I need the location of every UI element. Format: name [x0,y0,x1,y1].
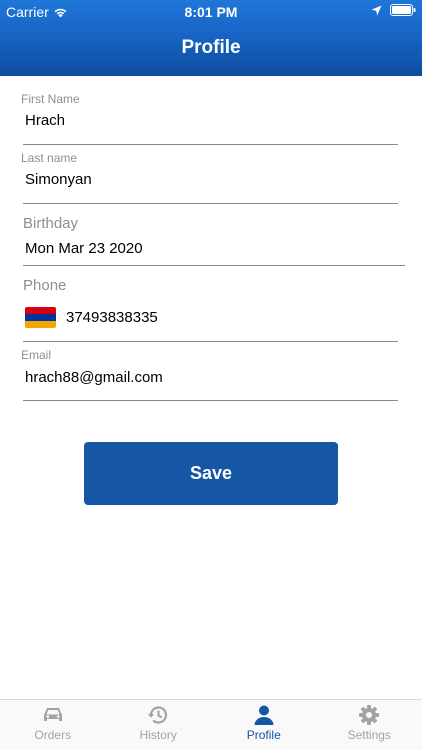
tab-profile[interactable]: Profile [211,700,317,750]
phone-underline [23,341,398,342]
birthday-underline [23,265,405,266]
tab-history-label: History [139,728,177,742]
gear-icon [359,705,380,725]
battery-icon [390,4,416,16]
tab-history[interactable]: History [106,700,212,750]
last-name-input[interactable]: Simonyan [25,171,92,188]
header: Carrier 8:01 PM Profile [0,0,422,76]
user-icon [254,705,274,725]
last-name-field[interactable]: Last name Simonyan [0,150,422,206]
last-name-label: Last name [21,151,78,165]
last-name-underline [23,203,398,204]
phone-label: Phone [23,277,67,294]
armenia-flag-icon[interactable] [25,307,56,328]
save-button[interactable]: Save [84,442,338,505]
email-input[interactable]: hrach88@gmail.com [25,369,163,386]
first-name-underline [23,144,398,145]
phone-input[interactable]: 37493838335 [66,309,158,326]
birthday-field[interactable]: Birthday Mon Mar 23 2020 [0,213,422,269]
status-time: 8:01 PM [184,4,238,20]
email-field[interactable]: Email hrach88@gmail.com [0,347,422,403]
birthday-input[interactable]: Mon Mar 23 2020 [25,240,143,257]
tab-settings-label: Settings [347,728,391,742]
email-underline [23,400,398,401]
location-arrow-icon [371,5,382,15]
status-bar: Carrier 8:01 PM [0,0,422,24]
tab-profile-label: Profile [246,728,281,742]
first-name-input[interactable]: Hrach [25,112,65,129]
tab-settings[interactable]: Settings [317,700,422,750]
first-name-field[interactable]: First Name Hrach [0,90,422,146]
email-label: Email [21,348,52,362]
birthday-label: Birthday [23,215,79,232]
status-right [371,4,416,16]
tab-bar: Orders History Profile Settings [0,699,422,750]
first-name-label: First Name [21,92,80,106]
tab-orders[interactable]: Orders [0,700,106,750]
page-title: Profile [181,37,241,58]
phone-field[interactable]: Phone 37493838335 [0,276,422,344]
tab-orders-label: Orders [34,728,72,742]
history-icon [148,706,168,724]
car-icon [43,708,62,721]
